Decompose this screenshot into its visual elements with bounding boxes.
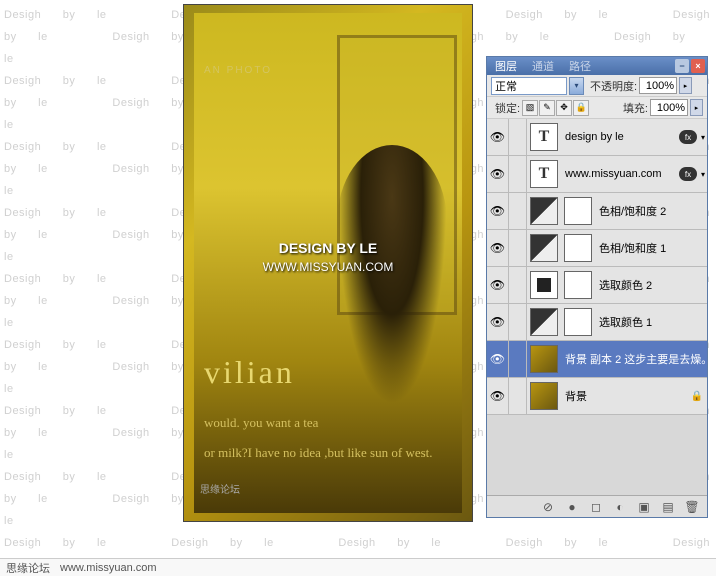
layer-mask-icon[interactable]: ◻ (587, 498, 605, 516)
panel-footer: ⊘ ● ◻ ◐ ▣ ▤ 🗑 (487, 495, 707, 517)
tab-channels[interactable]: 通道 (526, 58, 560, 74)
layers-list[interactable]: 👁Tdesign by lefx▾👁Twww.missyuan.comfx▾👁色… (487, 119, 707, 499)
mask-thumb (564, 234, 592, 262)
text-layer-thumb: T (530, 160, 558, 188)
blend-dropdown-icon[interactable]: ▾ (569, 77, 584, 95)
image-thumb (530, 382, 558, 410)
visibility-toggle[interactable]: 👁 (487, 156, 509, 192)
layer-row[interactable]: 👁 选取颜色 2 (487, 267, 707, 304)
close-button[interactable]: × (691, 59, 705, 73)
layer-row[interactable]: 👁 色相/饱和度 1 (487, 230, 707, 267)
layer-name-label[interactable]: 选取颜色 1 (595, 314, 707, 330)
fill-label: 填充: (623, 100, 648, 116)
watermark-line1: DESIGN BY LE (279, 240, 378, 256)
fill-input[interactable]: 100% (650, 99, 688, 116)
watermark-line2: WWW.MISSYUAN.COM (263, 260, 394, 274)
visibility-toggle[interactable]: 👁 (487, 119, 509, 155)
link-column[interactable] (509, 341, 527, 377)
opacity-flyout-icon[interactable]: ▸ (679, 77, 692, 94)
lock-all-icon[interactable]: 🔒 (573, 100, 589, 116)
lock-label: 锁定: (495, 100, 520, 116)
link-column[interactable] (509, 267, 527, 303)
layer-name-label[interactable]: 背景 (561, 388, 691, 404)
adjustment-layer-icon[interactable]: ◐ (611, 498, 629, 516)
link-column[interactable] (509, 304, 527, 340)
visibility-toggle[interactable]: 👁 (487, 341, 509, 377)
lock-icon: 🔒 (691, 391, 703, 402)
blend-opacity-row: 正常 ▾ 不透明度: 100% ▸ (487, 75, 707, 97)
page-bottom-bar: 思缘论坛 www.missyuan.com (0, 558, 716, 576)
link-column[interactable] (509, 193, 527, 229)
mask-thumb (564, 197, 592, 225)
link-column[interactable] (509, 230, 527, 266)
bottom-forum: 思缘论坛 (6, 560, 50, 576)
new-layer-icon[interactable]: ▤ (659, 498, 677, 516)
canvas-subtitle1: would. you want a tea (204, 415, 318, 431)
layer-name-label[interactable]: design by le (561, 131, 679, 143)
fx-expand-icon[interactable]: ▾ (701, 170, 705, 179)
panel-titlebar[interactable]: 图层 通道 路径 − × (487, 57, 707, 75)
link-column[interactable] (509, 378, 527, 414)
mask-thumb (564, 271, 592, 299)
lock-pixels-icon[interactable]: ✎ (539, 100, 555, 116)
adjustment-thumb (530, 308, 558, 336)
fx-expand-icon[interactable]: ▾ (701, 133, 705, 142)
adjustment-thumb (530, 271, 558, 299)
canvas-image: AN PHOTO DESIGN BY LE WWW.MISSYUAN.COM v… (183, 4, 473, 522)
lock-position-icon[interactable]: ✥ (556, 100, 572, 116)
canvas-subtitle2: or milk?I have no idea ,but like sun of … (204, 445, 433, 461)
layer-row[interactable]: 👁 Twww.missyuan.comfx ▾ (487, 156, 707, 193)
layer-name-label[interactable]: 色相/饱和度 2 (595, 203, 707, 219)
layer-row[interactable]: 👁 Tdesign by lefx ▾ (487, 119, 707, 156)
figure-silhouette (337, 145, 447, 405)
bottom-url: www.missyuan.com (60, 562, 157, 574)
brand-text: AN PHOTO (204, 65, 272, 76)
layer-row[interactable]: 👁 选取颜色 1 (487, 304, 707, 341)
fx-badge[interactable]: fx (679, 167, 697, 181)
text-layer-thumb: T (530, 123, 558, 151)
layer-row[interactable]: 👁 背景🔒 (487, 378, 707, 415)
mask-thumb (564, 308, 592, 336)
tab-paths[interactable]: 路径 (563, 58, 597, 74)
delete-layer-icon[interactable]: 🗑 (683, 498, 701, 516)
layer-name-label[interactable]: 选取颜色 2 (595, 277, 707, 293)
visibility-toggle[interactable]: 👁 (487, 378, 509, 414)
link-column[interactable] (509, 119, 527, 155)
visibility-toggle[interactable]: 👁 (487, 267, 509, 303)
layers-panel: 图层 通道 路径 − × 正常 ▾ 不透明度: 100% ▸ 锁定: ▧ ✎ ✥… (486, 56, 708, 518)
visibility-toggle[interactable]: 👁 (487, 230, 509, 266)
image-thumb (530, 345, 558, 373)
link-column[interactable] (509, 156, 527, 192)
fill-flyout-icon[interactable]: ▸ (690, 99, 703, 116)
lock-transparency-icon[interactable]: ▧ (522, 100, 538, 116)
layer-row[interactable]: 👁 色相/饱和度 2 (487, 193, 707, 230)
layer-name-label[interactable]: 色相/饱和度 1 (595, 240, 707, 256)
link-layers-icon[interactable]: ⊘ (539, 498, 557, 516)
visibility-toggle[interactable]: 👁 (487, 304, 509, 340)
lock-fill-row: 锁定: ▧ ✎ ✥ 🔒 填充: 100% ▸ (487, 97, 707, 119)
opacity-input[interactable]: 100% (639, 77, 677, 94)
layer-name-label[interactable]: www.missyuan.com (561, 168, 679, 180)
adjustment-thumb (530, 197, 558, 225)
adjustment-thumb (530, 234, 558, 262)
minimize-button[interactable]: − (675, 59, 689, 73)
layer-name-label[interactable]: 背景 副本 2 这步主要是去燥。 (561, 351, 707, 367)
fx-badge[interactable]: fx (679, 130, 697, 144)
forum-tag: 思缘论坛 (200, 481, 240, 496)
blend-mode-select[interactable]: 正常 (491, 77, 567, 95)
visibility-toggle[interactable]: 👁 (487, 193, 509, 229)
layer-style-icon[interactable]: ● (563, 498, 581, 516)
layer-row[interactable]: 👁 背景 副本 2 这步主要是去燥。 (487, 341, 707, 378)
opacity-label: 不透明度: (590, 78, 637, 94)
tab-layers[interactable]: 图层 (489, 58, 523, 74)
group-icon[interactable]: ▣ (635, 498, 653, 516)
canvas-title: vilian (204, 354, 295, 391)
